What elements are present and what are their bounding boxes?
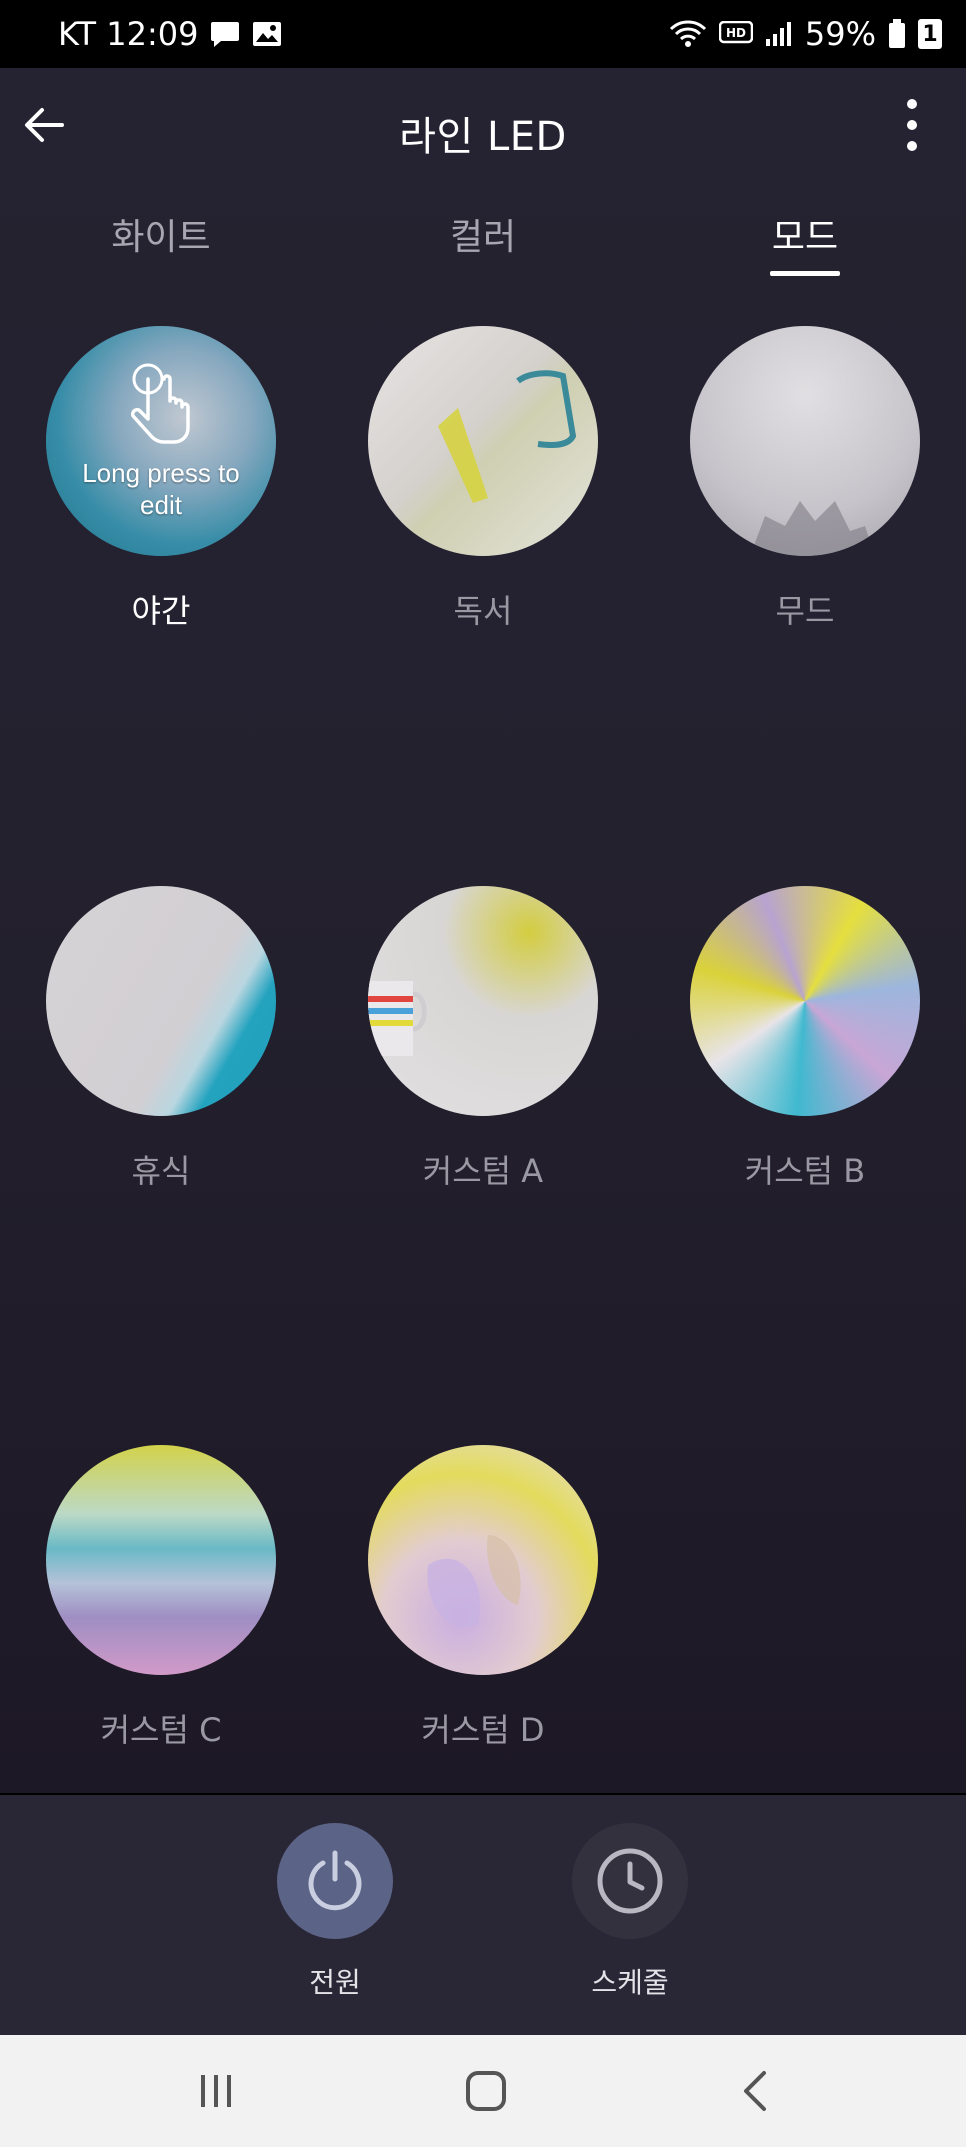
- mode-rest[interactable]: 휴식: [41, 886, 281, 1192]
- image-icon: [252, 20, 282, 48]
- mode-reading[interactable]: 독서: [363, 326, 603, 632]
- schedule-button[interactable]: 스케줄: [550, 1823, 710, 2001]
- mode-custom-c[interactable]: 커스텀 C: [41, 1445, 281, 1751]
- mode-label: 야간: [131, 592, 191, 630]
- mode-thumbnail: [368, 1445, 598, 1675]
- hand-press-icon: [130, 363, 190, 444]
- clock-icon: [597, 1848, 663, 1914]
- sim-slot-badge: 1: [918, 19, 942, 49]
- leaves-scene: [427, 1535, 521, 1627]
- status-left: KT 12:09: [58, 15, 282, 53]
- power-icon: [308, 1850, 362, 1911]
- wifi-icon: [669, 19, 707, 49]
- mode-thumbnail: [46, 886, 276, 1116]
- recent-apps-icon: [201, 2075, 231, 2107]
- status-bar: KT 12:09 HD 59% 1: [0, 0, 966, 68]
- mode-thumbnail: [368, 326, 598, 556]
- mode-label: 무드: [775, 592, 835, 630]
- hd-icon: HD: [718, 21, 753, 47]
- mode-thumbnail: [46, 1445, 276, 1675]
- mode-label: 커스텀 A: [422, 1152, 544, 1190]
- carrier-time: KT 12:09: [58, 15, 199, 53]
- power-button[interactable]: 전원: [255, 1823, 415, 2001]
- power-button-circle: [277, 1823, 393, 1939]
- mode-thumbnail: Long press to edit: [46, 326, 276, 556]
- mode-label: 독서: [453, 592, 513, 630]
- app-screen: 라인 LED 화이트 컬러 모드 Long press to edit 야간 독…: [0, 68, 966, 1793]
- mode-label: 휴식: [131, 1152, 191, 1190]
- battery-percent: 59%: [804, 15, 876, 53]
- signal-icon: [765, 21, 793, 47]
- mode-label: 커스텀 D: [421, 1711, 545, 1749]
- cup-scene: [368, 981, 427, 1056]
- home-icon: [466, 2071, 506, 2111]
- status-right: HD 59% 1: [669, 15, 942, 53]
- system-nav-bar: [0, 2035, 966, 2147]
- mode-mood[interactable]: 무드: [685, 326, 925, 632]
- schedule-label: 스케줄: [591, 1966, 669, 1999]
- mode-thumbnail: [368, 886, 598, 1116]
- mode-custom-b[interactable]: 커스텀 B: [685, 886, 925, 1192]
- home-button[interactable]: [456, 2061, 516, 2121]
- mode-night[interactable]: Long press to edit 야간: [41, 326, 281, 632]
- mode-grid: Long press to edit 야간 독서 무드 휴식 커스텀 A 커스텀…: [0, 68, 966, 1793]
- mode-thumbnail: [690, 886, 920, 1116]
- mode-label: 커스텀 C: [100, 1711, 222, 1749]
- back-icon: [744, 2071, 766, 2111]
- chat-bubble-icon: [210, 20, 240, 48]
- nav-back-button[interactable]: [726, 2061, 786, 2121]
- battery-icon: [888, 19, 906, 49]
- svg-text:HD: HD: [726, 26, 746, 40]
- mode-label: 커스텀 B: [744, 1152, 866, 1190]
- mood-scene: [750, 501, 875, 556]
- mode-custom-d[interactable]: 커스텀 D: [363, 1445, 603, 1751]
- recent-apps-button[interactable]: [186, 2061, 246, 2121]
- long-press-text: Long press to edit: [82, 458, 240, 520]
- long-press-hint: Long press to edit: [46, 326, 276, 556]
- power-label: 전원: [309, 1966, 361, 1999]
- schedule-button-circle: [572, 1823, 688, 1939]
- bottom-action-bar: 전원 스케줄: [0, 1795, 966, 2035]
- mode-thumbnail: [690, 326, 920, 556]
- mode-custom-a[interactable]: 커스텀 A: [363, 886, 603, 1192]
- reading-scene: [438, 370, 577, 503]
